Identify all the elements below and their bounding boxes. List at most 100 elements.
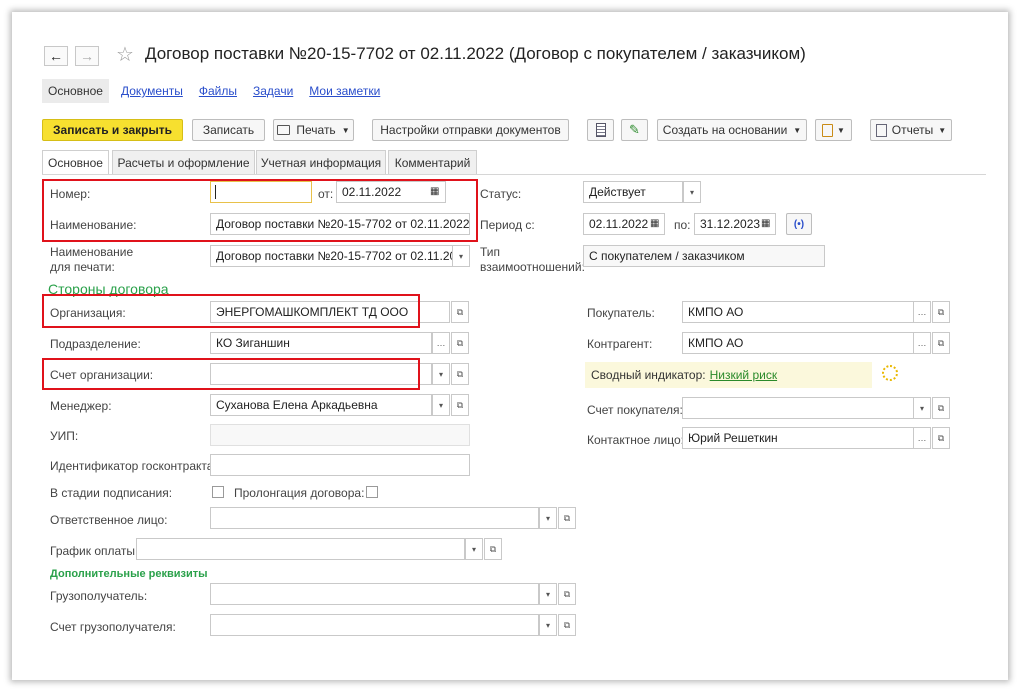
prolong-checkbox[interactable] — [366, 486, 378, 498]
org-open-button[interactable]: ⧉ — [451, 301, 469, 323]
contact-open-button[interactable]: ⧉ — [932, 427, 950, 449]
calendar-icon[interactable]: ▦ — [650, 218, 659, 229]
topnav-tasks[interactable]: Задачи — [253, 84, 293, 98]
calendar-icon[interactable]: ▦ — [761, 218, 770, 229]
open-link-icon: ⧉ — [456, 368, 464, 379]
relation-input[interactable]: С покупателем / заказчиком — [583, 245, 825, 267]
send-settings-button[interactable]: Настройки отправки документов — [372, 119, 569, 141]
save-close-button[interactable]: Записать и закрыть — [42, 119, 183, 141]
manager-open-button[interactable]: ⧉ — [451, 394, 469, 416]
tab-comment[interactable]: Комментарий — [388, 150, 477, 174]
org-account-open-button[interactable]: ⧉ — [451, 363, 469, 385]
back-button[interactable]: ← — [44, 46, 68, 66]
manager-dropdown[interactable]: ▾ — [432, 394, 450, 416]
highlight-frame-org-account — [42, 358, 420, 390]
chevron-down-icon: ▾ — [689, 187, 694, 197]
print-name-dropdown[interactable]: ▾ — [452, 245, 470, 267]
buyer-input[interactable]: КМПО АО — [682, 301, 914, 323]
division-label: Подразделение: — [50, 337, 141, 351]
manager-label: Менеджер: — [50, 399, 112, 413]
topnav-main[interactable]: Основное — [42, 79, 109, 103]
print-name-input[interactable]: Договор поставки №20-15-7702 от 02.11.20 — [210, 245, 453, 267]
open-link-icon: ⧉ — [937, 306, 945, 317]
prolong-label: Пролонгация договора: — [234, 486, 365, 500]
status-select[interactable]: Действует — [583, 181, 683, 203]
consignee-account-dropdown[interactable]: ▾ — [539, 614, 557, 636]
open-link-icon: ⧉ — [563, 619, 571, 630]
division-open-button[interactable]: ⧉ — [451, 332, 469, 354]
buyer-account-dropdown[interactable]: ▾ — [913, 397, 931, 419]
division-input[interactable]: КО Зиганшин — [210, 332, 432, 354]
tab-divider — [42, 174, 986, 175]
contact-select-button[interactable]: … — [913, 427, 931, 449]
tab-accounting[interactable]: Учетная информация — [256, 150, 386, 174]
topnav-documents[interactable]: Документы — [121, 84, 183, 98]
topnav-files[interactable]: Файлы — [199, 84, 237, 98]
tab-calculations[interactable]: Расчеты и оформление — [112, 150, 255, 174]
counterparty-open-button[interactable]: ⧉ — [932, 332, 950, 354]
ellipsis-icon: … — [436, 338, 446, 348]
division-select-button[interactable]: … — [432, 332, 450, 354]
tab-accounting-label: Учетная информация — [260, 155, 382, 170]
reports-button[interactable]: Отчеты ▼ — [870, 119, 952, 141]
topnav-notes[interactable]: Мои заметки — [309, 84, 380, 98]
consignee-input[interactable] — [210, 583, 539, 605]
counterparty-input[interactable]: КМПО АО — [682, 332, 914, 354]
status-dropdown[interactable]: ▾ — [683, 181, 701, 203]
responsible-dropdown[interactable]: ▾ — [539, 507, 557, 529]
relation-label-1: Тип — [480, 245, 501, 259]
period-to-label: по: — [674, 218, 691, 232]
schedule-dropdown[interactable]: ▾ — [465, 538, 483, 560]
print-button[interactable]: Печать ▼ — [273, 119, 354, 141]
chevron-down-icon: ▾ — [471, 544, 476, 554]
save-close-label: Записать и закрыть — [53, 123, 172, 137]
contact-input[interactable]: Юрий Решеткин — [682, 427, 914, 449]
create-based-label: Создать на основании — [662, 123, 788, 137]
consignee-dropdown[interactable]: ▾ — [539, 583, 557, 605]
counterparty-select-button[interactable]: … — [913, 332, 931, 354]
schedule-open-button[interactable]: ⧉ — [484, 538, 502, 560]
buyer-account-open-button[interactable]: ⧉ — [932, 397, 950, 419]
loading-spinner-icon — [882, 365, 898, 381]
consignee-label: Грузополучатель: — [50, 589, 148, 603]
favorite-star-icon[interactable]: ☆ — [116, 42, 134, 67]
chevron-down-icon: ▾ — [919, 403, 924, 413]
org-account-dropdown[interactable]: ▾ — [432, 363, 450, 385]
buyer-open-button[interactable]: ⧉ — [932, 301, 950, 323]
more-actions-button[interactable]: ▼ — [815, 119, 852, 141]
sign-button[interactable]: ✎ — [621, 119, 648, 141]
tab-main[interactable]: Основное — [42, 150, 109, 175]
consignee-open-button[interactable]: ⧉ — [558, 583, 576, 605]
open-link-icon: ⧉ — [489, 543, 497, 554]
highlight-frame-number-name — [42, 179, 478, 242]
open-link-icon: ⧉ — [937, 402, 945, 413]
consignee-account-open-button[interactable]: ⧉ — [558, 614, 576, 636]
responsible-open-button[interactable]: ⧉ — [558, 507, 576, 529]
create-based-button[interactable]: Создать на основании ▼ — [657, 119, 807, 141]
consignee-account-input[interactable] — [210, 614, 539, 636]
indicator-link[interactable]: Низкий риск — [710, 368, 778, 382]
print-name-label-2: для печати: — [50, 260, 115, 274]
schedule-input[interactable] — [136, 538, 465, 560]
period-settings-button[interactable]: (•) — [786, 213, 812, 235]
tab-comment-label: Комментарий — [394, 155, 471, 170]
buyer-account-input[interactable] — [682, 397, 914, 419]
responsible-input[interactable] — [210, 507, 539, 529]
arrow-left-icon: ← — [49, 48, 63, 64]
signing-checkbox[interactable] — [212, 486, 224, 498]
status-label: Статус: — [480, 187, 522, 201]
broadcast-icon: (•) — [793, 218, 805, 230]
save-button[interactable]: Записать — [192, 119, 265, 141]
risk-indicator: Сводный индикатор: Низкий риск — [585, 362, 872, 388]
chevron-down-icon: ▾ — [545, 589, 550, 599]
schedule-label: График оплаты: — [50, 544, 139, 558]
document-list-button[interactable] — [587, 119, 614, 141]
chevron-down-icon: ▾ — [438, 400, 443, 410]
forward-button[interactable]: → — [75, 46, 99, 66]
buyer-select-button[interactable]: … — [913, 301, 931, 323]
pen-icon: ✎ — [629, 122, 640, 137]
gov-id-input[interactable] — [210, 454, 470, 476]
top-nav: Основное Документы Файлы Задачи Мои заме… — [42, 78, 380, 104]
uip-input[interactable] — [210, 424, 470, 446]
manager-input[interactable]: Суханова Елена Аркадьевна — [210, 394, 432, 416]
